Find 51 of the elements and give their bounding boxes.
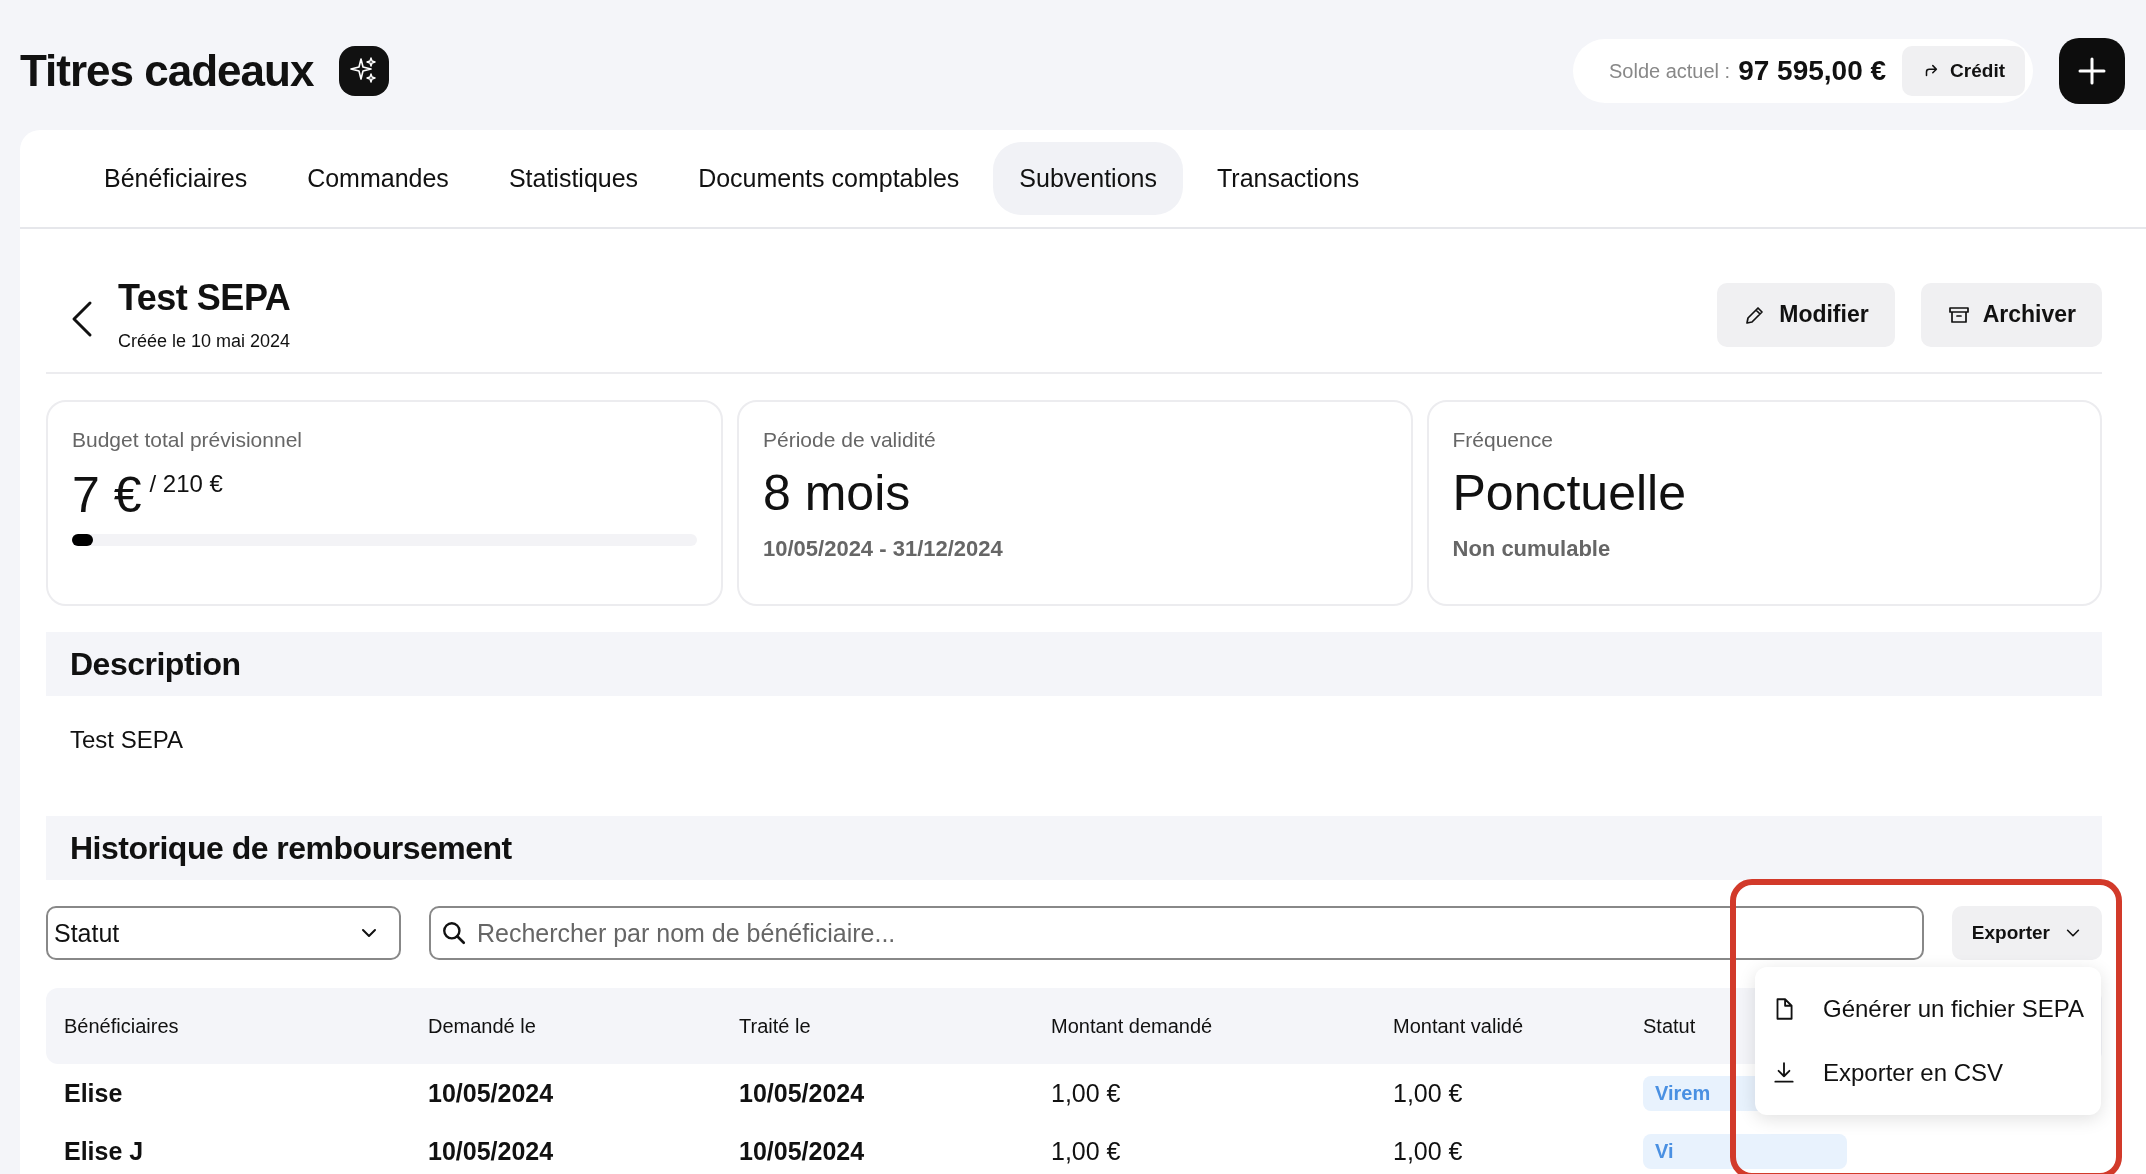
table-cell-text: 1,00 € (1393, 1136, 1464, 1166)
table-cell-text: 10/05/2024 (739, 1078, 866, 1108)
table-cell-text: 1,00 € (1051, 1078, 1122, 1108)
balance-label: Solde actuel : (1608, 59, 1731, 83)
subsidy-title: Test SEPA (118, 277, 291, 319)
table-cell-text: 10/05/2024 (428, 1136, 555, 1166)
column-header: Bénéficiaires (64, 1014, 180, 1038)
card-detail: Non cumulable (1452, 536, 1612, 562)
column-header: Traité le (739, 1014, 812, 1038)
section-heading: Description (70, 645, 241, 683)
menu-item[interactable]: Générer un fichier SEPA (1755, 977, 2101, 1041)
table-cell-text: Elise J (64, 1136, 145, 1166)
section-heading: Historique de remboursement (70, 829, 512, 867)
archive-button[interactable]: Archiver (1920, 282, 2102, 347)
column-header: Montant validé (1393, 1014, 1525, 1038)
nav-tab[interactable]: Transactions (1190, 142, 1386, 215)
column-header: Montant demandé (1051, 1014, 1214, 1038)
card-detail: 10/05/2024 - 31/12/2024 (763, 536, 1004, 562)
add-icon[interactable] (2059, 38, 2125, 104)
edit-button[interactable]: Modifier (1717, 282, 1895, 347)
table-cell-text: 1,00 € (1051, 1136, 1122, 1166)
column-header: Statut (1643, 1014, 1697, 1038)
nav-tab[interactable]: Commandes (281, 142, 475, 215)
table-cell-text: 10/05/2024 (428, 1078, 555, 1108)
budget-total: / 210 € (149, 470, 223, 498)
creation-date: Créée le 10 mai 2024 (118, 331, 291, 352)
description-text: Test SEPA (69, 725, 184, 755)
table-cell-text: 10/05/2024 (739, 1136, 866, 1166)
column-header: Demandé le (428, 1014, 537, 1038)
sparkle-icon[interactable] (339, 46, 390, 96)
credit-button[interactable]: Crédit (1902, 46, 2025, 96)
table-cell-text: 1,00 € (1393, 1078, 1464, 1108)
status-dropdown[interactable]: Statut (46, 906, 401, 960)
card-value: 7 € (72, 466, 142, 524)
export-button[interactable]: Exporter (1951, 906, 2102, 960)
search-box[interactable]: Rechercher par nom de bénéficiaire... (429, 906, 1924, 960)
nav-tab[interactable]: Statistiques (482, 142, 665, 215)
card-value: Ponctuelle (1452, 464, 1687, 522)
search-icon (441, 920, 467, 946)
download-icon (1771, 1060, 1797, 1086)
card-label: Fréquence (1452, 428, 1554, 452)
nav-tab[interactable]: Documents comptables (672, 142, 986, 215)
card-value: 8 mois (763, 464, 912, 522)
table-cell-text: Elise (64, 1078, 124, 1108)
nav-tab[interactable]: Bénéficiaires (78, 142, 274, 215)
nav-tab[interactable]: Subventions (993, 142, 1183, 215)
card-label: Période de validité (763, 428, 937, 452)
status-tag: Vi (1643, 1133, 1847, 1169)
balance-value: 97 595,00 € (1738, 55, 1887, 87)
card-label: Budget total prévisionnel (72, 428, 303, 452)
page-title: Titres cadeaux (20, 46, 314, 96)
